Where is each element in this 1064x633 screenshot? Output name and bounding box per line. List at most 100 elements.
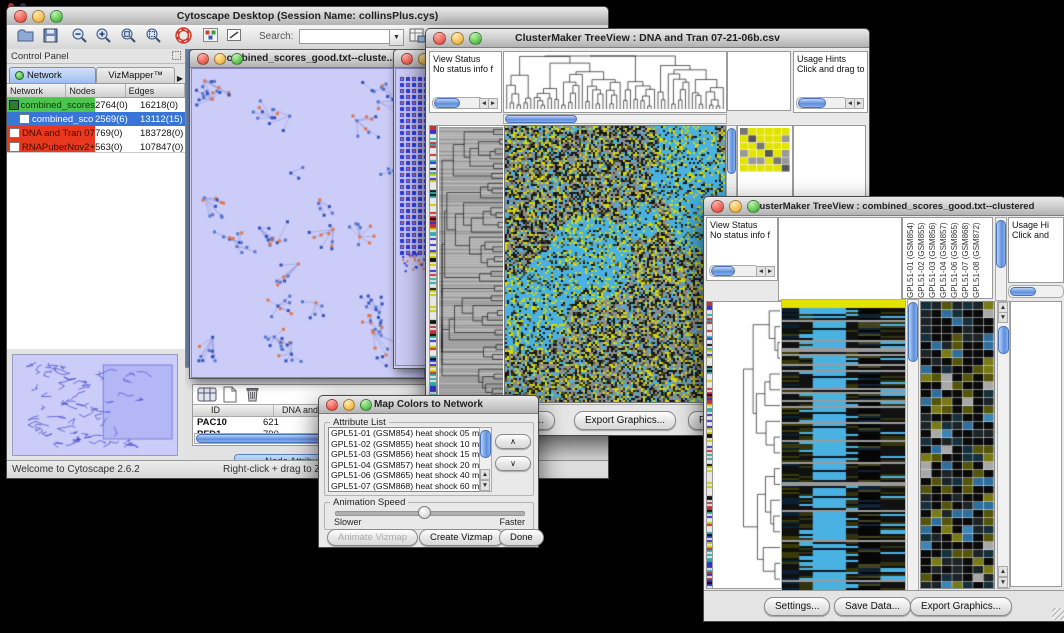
close-button[interactable] <box>433 32 446 45</box>
scroll-down-arrow[interactable]: ▼ <box>998 312 1008 323</box>
attribute-scrollbar[interactable]: ▲ ▼ <box>479 427 492 492</box>
network-table-row[interactable]: combined_scores 2764(0) 16218(0) <box>7 98 185 112</box>
zoom-fit-icon[interactable] <box>120 27 137 49</box>
tv2-zoom-heatmap[interactable] <box>920 301 995 589</box>
zoom-button[interactable] <box>231 53 243 65</box>
scroll-down-arrow[interactable]: ▼ <box>480 480 490 491</box>
annotation-icon[interactable] <box>227 28 243 47</box>
tv1-heatmap[interactable] <box>504 125 726 403</box>
tv1-column-labels <box>727 51 791 111</box>
tv2-heatmap[interactable] <box>781 299 906 591</box>
tv1-correlation-matrix[interactable] <box>740 128 790 172</box>
tab-network[interactable]: Network <box>9 67 96 83</box>
tv2-row-dendrogram[interactable] <box>712 301 782 589</box>
help-icon[interactable] <box>175 27 192 49</box>
tv2-column-labels: GPL51-01 (GSM854)GPL51-02 (GSM855)GPL51-… <box>902 217 993 299</box>
map-dialog-footer: Animate Vizmap Create Vizmap Done <box>319 530 538 547</box>
attribute-item[interactable]: GPL51-06 (GSM865) heat shock 40 min <box>329 470 479 481</box>
export-graphics-button[interactable]: Export Graphics... <box>574 411 676 430</box>
zoom-out-icon[interactable] <box>71 27 88 49</box>
network-canvas[interactable] <box>191 68 425 378</box>
create-vizmap-button[interactable]: Create Vizmap <box>419 529 504 546</box>
zoom-button[interactable] <box>747 200 760 213</box>
tv1-status-scrollbar[interactable] <box>432 97 484 109</box>
zoom-in-icon[interactable] <box>95 27 112 49</box>
network-view-window: combined_scores_good.txt--cluste... <box>189 49 427 379</box>
search-input[interactable] <box>299 29 391 44</box>
network-table-row[interactable]: DNA and Tran 07 769(0) 183728(0) <box>7 126 185 140</box>
birdseye-view[interactable] <box>12 354 178 456</box>
faster-label: Faster <box>499 517 525 527</box>
settings-button[interactable]: Settings... <box>764 597 830 616</box>
float-panel-icon[interactable] <box>172 47 181 65</box>
tv1-usage-hints: Usage HintsClick and drag to ◄ ► <box>793 51 868 113</box>
open-icon[interactable] <box>17 28 34 48</box>
attribute-item[interactable]: GPL51-07 (GSM868) heat shock 60 min <box>329 481 479 492</box>
tv2-labels-vscrollbar[interactable] <box>995 217 1007 301</box>
attribute-item[interactable]: GPL51-02 (GSM855) heat shock 10 min <box>329 439 479 450</box>
column-label: GPL51-02 (GSM855) <box>917 220 926 298</box>
minimize-button[interactable] <box>451 32 464 45</box>
map-dialog-titlebar[interactable]: Map Colors to Network <box>319 396 538 414</box>
control-panel: Control Panel Network VizMapper™ ▶ Netwo… <box>7 49 186 461</box>
search-dropdown-arrow[interactable]: ▼ <box>389 29 404 46</box>
done-button[interactable]: Done <box>499 529 544 546</box>
minimize-button[interactable] <box>214 53 226 65</box>
animation-speed-group: Animation Speed Slower Faster <box>324 502 534 530</box>
vizmapper-icon[interactable] <box>203 28 218 47</box>
tv1-view-status: View StatusNo status info f ◄ ► <box>429 51 502 113</box>
network-view-titlebar[interactable]: combined_scores_good.txt--cluste... <box>190 50 426 68</box>
attribute-item[interactable]: GPL51-04 (GSM857) heat shock 20 min <box>329 460 479 471</box>
scroll-up-arrow[interactable]: ▲ <box>480 469 490 480</box>
treeview1-titlebar[interactable]: ClusterMaker TreeView : DNA and Tran 07-… <box>426 29 869 48</box>
scroll-down-arrow[interactable]: ▼ <box>998 577 1008 588</box>
tv2-vscrollbar[interactable] <box>907 299 919 591</box>
scroll-right-arrow[interactable]: ► <box>488 98 498 109</box>
tab-overflow-arrow[interactable]: ▶ <box>177 74 183 83</box>
tv1-hscrollbar[interactable] <box>503 114 727 124</box>
attribute-item[interactable]: GPL51-01 (GSM854) heat shock 05 min <box>329 428 479 439</box>
tv1-row-dendrogram[interactable] <box>437 125 505 403</box>
data-col-id[interactable]: ID <box>193 405 274 416</box>
network-table-row[interactable]: combined_sco 2569(6) 13112(15) <box>7 112 185 126</box>
attribute-item[interactable]: GPL51-03 (GSM856) heat shock 15 min <box>329 449 479 460</box>
tv1-hints-scrollbar[interactable] <box>796 97 848 109</box>
tv2-column-dendrogram[interactable] <box>778 217 902 301</box>
close-button[interactable] <box>711 200 724 213</box>
attribute-table-icon[interactable] <box>409 27 426 48</box>
main-titlebar[interactable]: Cytoscape Desktop (Session Name: collins… <box>7 7 608 26</box>
export-graphics-button[interactable]: Export Graphics... <box>910 597 1012 616</box>
move-up-button[interactable]: ∧ <box>495 434 531 449</box>
close-button[interactable] <box>197 53 209 65</box>
treeview2-titlebar[interactable]: ClusterMaker TreeView : combined_scores_… <box>704 197 1064 216</box>
tv1-column-dendrogram[interactable] <box>503 51 727 113</box>
scroll-up-arrow[interactable]: ▲ <box>998 566 1008 577</box>
resize-grip[interactable] <box>1052 608 1064 620</box>
tv2-zoom-vscrollbar[interactable]: ▲ ▼ ▲ ▼ <box>997 301 1010 589</box>
tv2-status-scrollbar[interactable] <box>709 265 759 277</box>
minimize-button[interactable] <box>729 200 742 213</box>
zoom-button[interactable] <box>469 32 482 45</box>
zoom-button[interactable] <box>360 399 372 411</box>
speed-slider-thumb[interactable] <box>418 506 431 519</box>
tab-vizmapper[interactable]: VizMapper™ <box>96 67 174 83</box>
save-icon[interactable] <box>43 28 58 48</box>
close-button[interactable] <box>401 53 413 65</box>
network-row-icon <box>9 142 20 152</box>
zoom-selected-icon[interactable] <box>145 27 162 49</box>
search-label: Search: <box>259 31 293 42</box>
scroll-right-arrow[interactable]: ► <box>765 266 775 277</box>
status-left: Welcome to Cytoscape 2.6.2 <box>12 464 140 475</box>
save-data-button[interactable]: Save Data... <box>834 597 911 616</box>
attribute-list[interactable]: GPL51-01 (GSM854) heat shock 05 minGPL51… <box>328 427 480 492</box>
minimize-button[interactable] <box>343 399 355 411</box>
scroll-right-arrow[interactable]: ► <box>854 98 864 109</box>
move-down-button[interactable]: ∨ <box>495 456 531 471</box>
minimize-button[interactable] <box>32 10 45 23</box>
animation-speed-label: Animation Speed <box>330 497 408 508</box>
animate-vizmap-button[interactable]: Animate Vizmap <box>327 529 418 546</box>
tv2-hints-scrollbar[interactable] <box>1008 285 1064 298</box>
close-button[interactable] <box>326 399 338 411</box>
zoom-button[interactable] <box>50 10 63 23</box>
close-button[interactable] <box>14 10 27 23</box>
